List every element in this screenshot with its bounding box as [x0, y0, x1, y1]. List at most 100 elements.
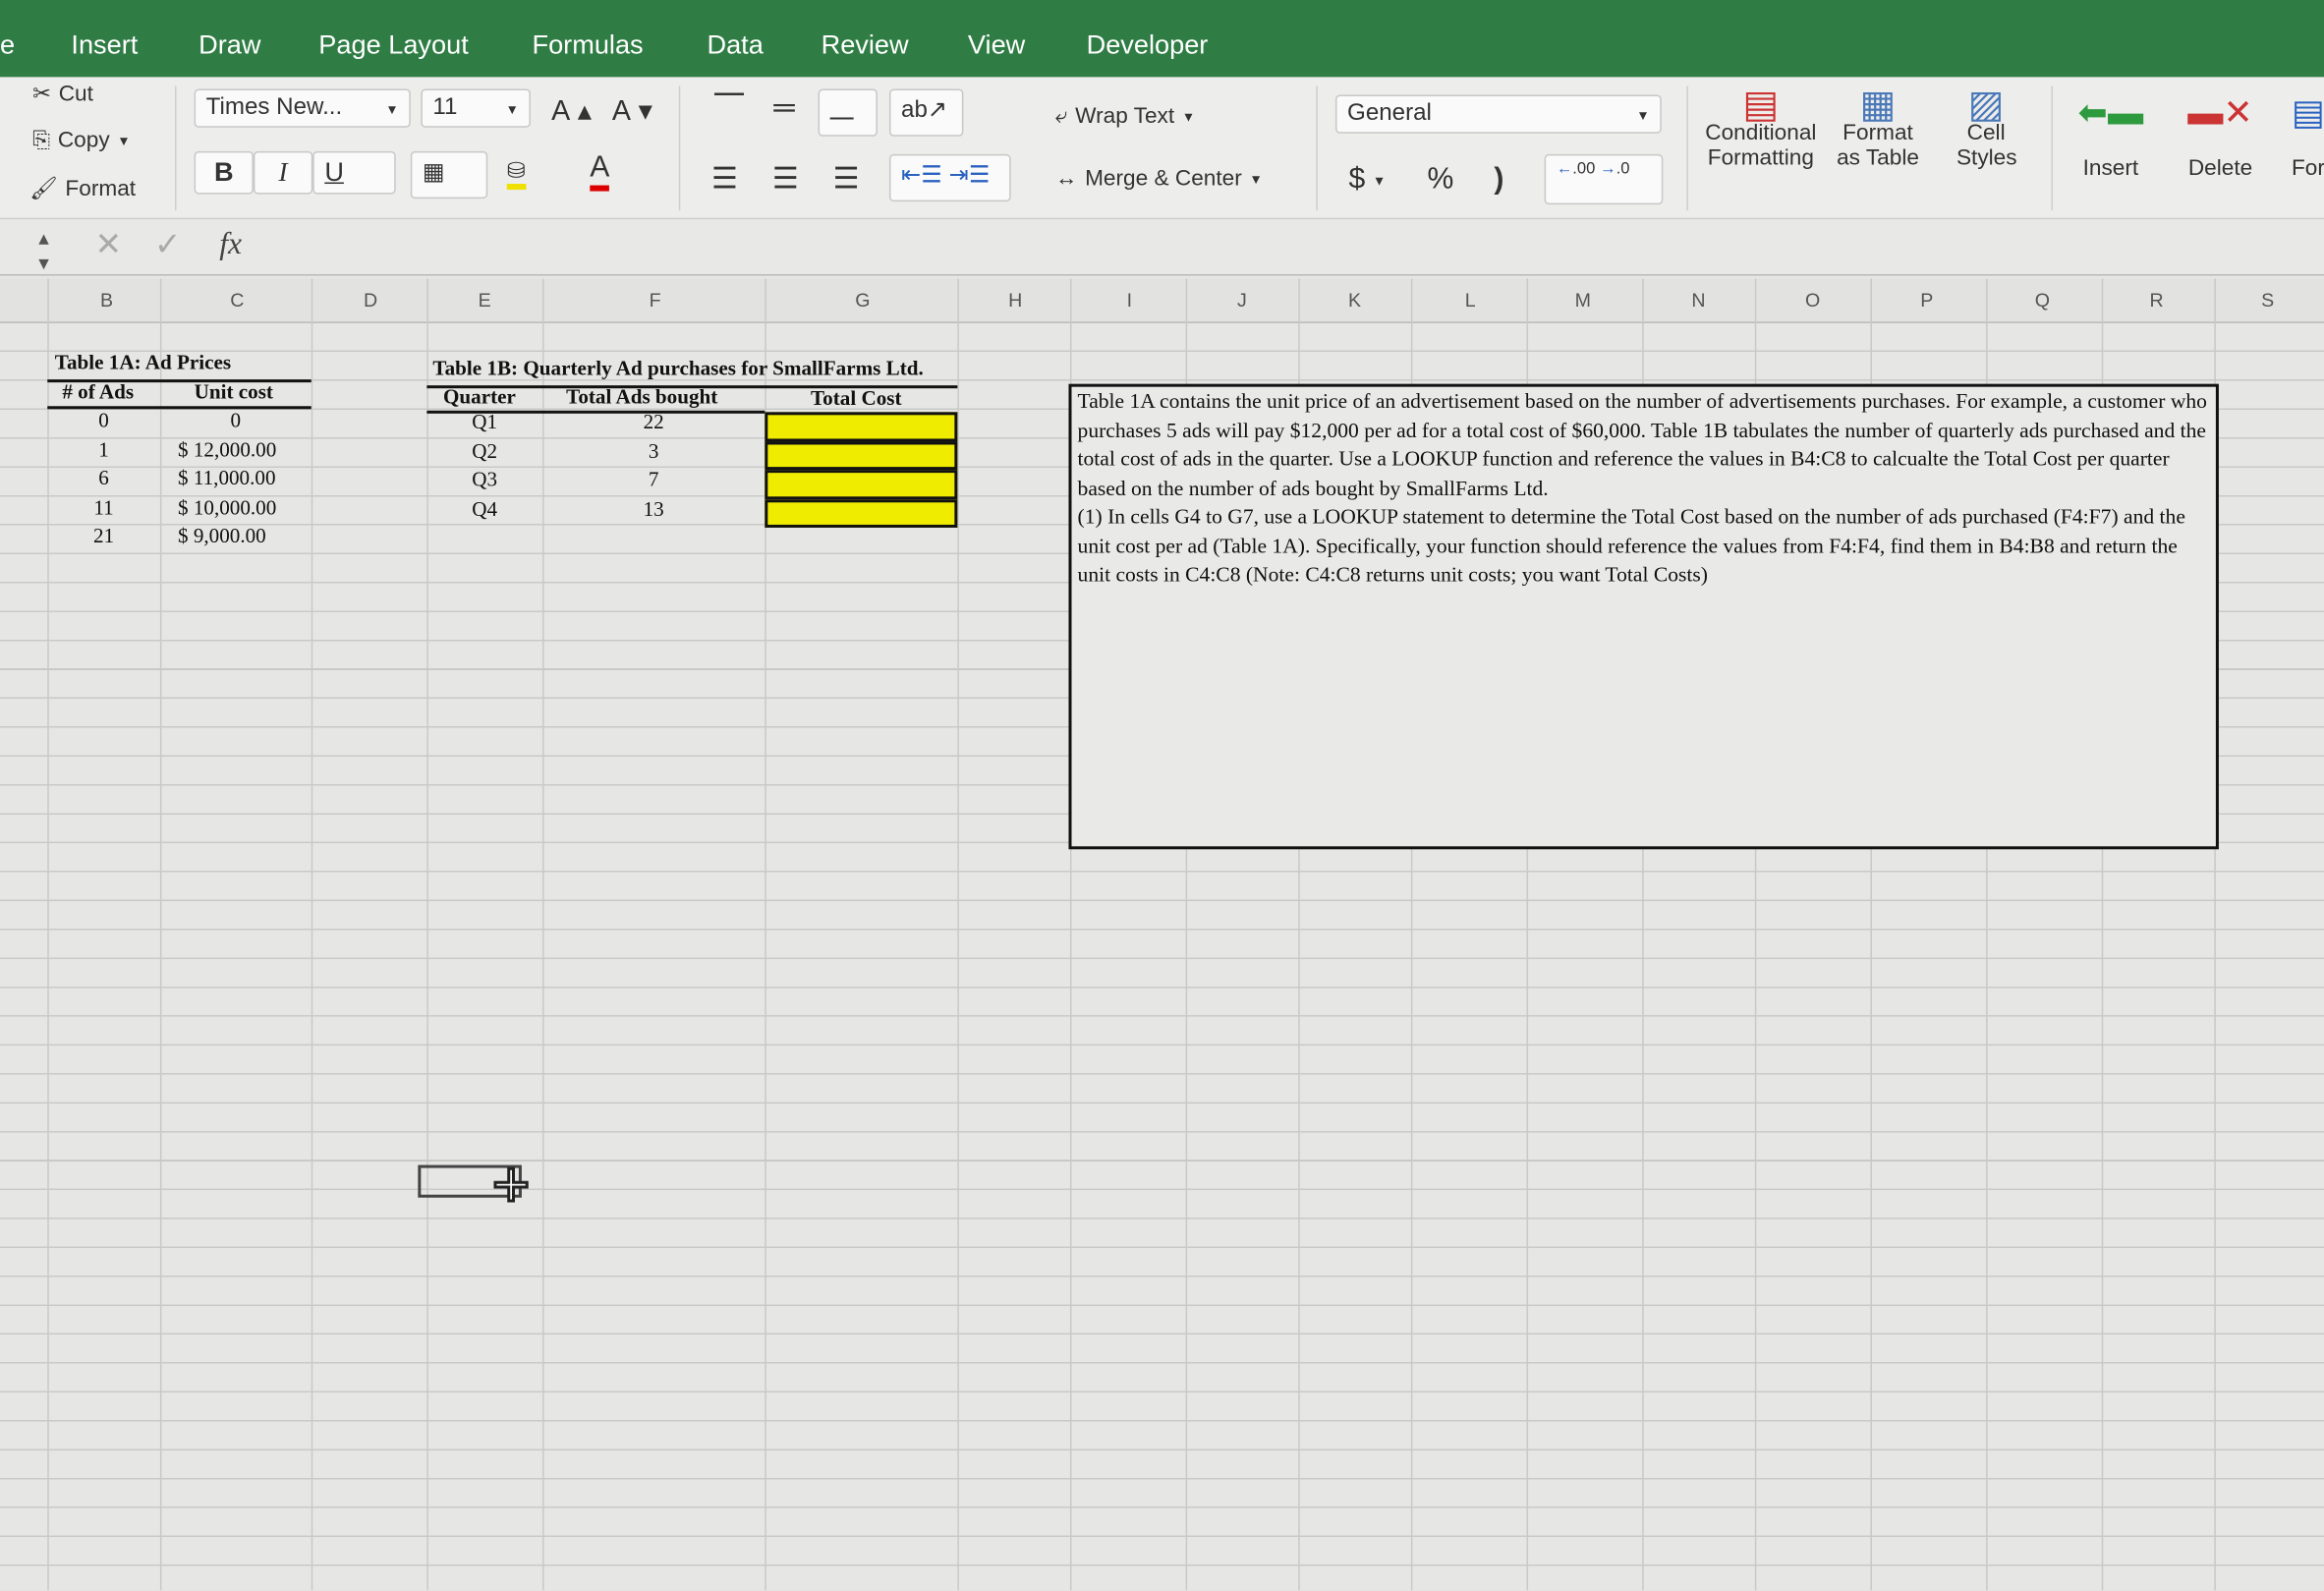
indent-buttons[interactable]: ⇤☰ ⇥☰ [888, 153, 1011, 202]
table1b-quarter-cell[interactable]: Q1 [426, 412, 542, 435]
shrink-font-button[interactable]: A ▾ [612, 95, 652, 130]
decrease-decimal-icon: → [1599, 159, 1616, 178]
insert-cells-button[interactable]: ⬅▬ Insert [2078, 92, 2144, 181]
table1b-title: Table 1B: Quarterly Ad purchases for Sma… [432, 359, 924, 381]
paint-bucket-icon: ⛁ [506, 157, 526, 191]
align-right-button[interactable]: ☰ [833, 160, 860, 198]
table1a-cost-cell[interactable]: $ 10,000.00 [160, 497, 312, 521]
name-box-stepper[interactable]: ▴ ▾ [38, 225, 49, 275]
grow-font-button[interactable]: A ▴ [551, 95, 592, 130]
orientation-button[interactable]: ab↗ [888, 88, 964, 137]
comma-button[interactable]: ) [1494, 163, 1503, 198]
table1a-cost-cell[interactable]: 0 [160, 411, 312, 434]
align-bottom-button[interactable]: ⎽ [818, 88, 878, 137]
ribbon: ✂ Cut ⎘ Copy ▼ 🖌 Format Times New... ▼ 11 ▼ A… [0, 77, 2324, 220]
font-name-select[interactable]: Times New... ▼ [194, 88, 411, 128]
table1a-ads-cell[interactable]: 0 [47, 411, 160, 434]
cut-button[interactable]: ✂ Cut [32, 80, 93, 106]
column-header[interactable]: S [2261, 289, 2274, 312]
wrap-text-button[interactable]: ⤶ Wrap Text ▼ [1055, 104, 1195, 130]
column-header[interactable]: I [1127, 289, 1132, 312]
font-color-button[interactable]: A [590, 151, 610, 192]
number-format-select[interactable]: General ▼ [1334, 94, 1662, 134]
total-cost-cell[interactable] [765, 440, 958, 471]
column-header[interactable]: E [479, 289, 491, 312]
total-cost-cell[interactable] [765, 412, 958, 441]
column-header[interactable]: O [1805, 289, 1820, 312]
tab-review[interactable]: Review [822, 29, 909, 61]
column-header[interactable]: L [1465, 289, 1476, 312]
cell-styles-button[interactable]: ▨ Cell Styles [1942, 81, 2030, 170]
format-as-table-button[interactable]: ▦ Format as Table [1832, 85, 1924, 170]
decimal-buttons[interactable]: ←.00 →.0 [1544, 153, 1664, 205]
table1a-cost-cell[interactable]: $ 11,000.00 [160, 469, 312, 492]
borders-button[interactable]: ▦ [410, 150, 488, 199]
tab-insert[interactable]: Insert [71, 29, 138, 61]
total-cost-cell[interactable] [765, 498, 958, 528]
formula-bar: ▴ ▾ ✕ ✓ fx [0, 219, 2324, 276]
table1a-cost-cell[interactable]: $ 9,000.00 [160, 526, 312, 549]
table1b-quarter-cell[interactable]: Q4 [426, 499, 542, 523]
tab-page-layout[interactable]: Page Layout [318, 29, 468, 61]
table1a-ads-cell[interactable]: 11 [47, 497, 160, 521]
column-header[interactable]: H [1008, 289, 1022, 312]
align-middle-button[interactable]: ═ [773, 92, 794, 127]
table1a-ads-cell[interactable]: 1 [47, 439, 160, 463]
tab-formulas[interactable]: Formulas [532, 29, 643, 61]
tab-developer[interactable]: Developer [1087, 29, 1209, 61]
conditional-formatting-button[interactable]: ▤ Conditional Formatting [1702, 85, 1821, 170]
cancel-icon[interactable]: ✕ [95, 225, 123, 263]
column-header[interactable]: K [1348, 289, 1361, 312]
table1a-ads-cell[interactable]: 6 [47, 469, 160, 492]
table1b-quarter-cell[interactable]: Q2 [426, 441, 542, 465]
tab-draw[interactable]: Draw [198, 29, 260, 61]
instructions-textbox[interactable]: Table 1A contains the unit price of an a… [1068, 383, 2219, 850]
currency-button[interactable]: $ ▼ [1349, 163, 1387, 198]
underline-button[interactable]: U [312, 150, 396, 195]
column-header[interactable]: G [855, 289, 870, 312]
delete-cells-icon: ▬✕ [2187, 93, 2253, 134]
column-header[interactable]: Q [2035, 289, 2050, 312]
tab-data[interactable]: Data [707, 29, 763, 61]
align-top-button[interactable]: ⎺ [714, 92, 744, 127]
table1b-ads-cell[interactable]: 7 [542, 470, 765, 493]
total-cost-cell[interactable] [765, 470, 958, 499]
table1b-quarter-cell[interactable]: Q3 [426, 470, 542, 493]
table1b-ads-cell[interactable]: 3 [542, 441, 765, 465]
table1b-ads-cell[interactable]: 22 [542, 412, 765, 435]
column-header[interactable]: F [650, 289, 661, 312]
fx-button[interactable]: fx [219, 225, 242, 262]
fill-color-button[interactable]: ⛁ [506, 157, 526, 191]
bold-button[interactable]: B [194, 150, 254, 195]
format-painter-button[interactable]: 🖌 Format [29, 175, 136, 201]
column-header[interactable]: R [2149, 289, 2163, 312]
column-header[interactable]: P [1920, 289, 1933, 312]
column-header[interactable]: M [1575, 289, 1591, 312]
increase-decimal-icon: ← [1556, 159, 1573, 178]
column-header[interactable]: B [100, 289, 113, 312]
align-center-button[interactable]: ☰ [772, 160, 799, 198]
confirm-icon[interactable]: ✓ [154, 225, 182, 263]
column-header[interactable]: C [230, 289, 244, 312]
merge-center-button[interactable]: ↔ Merge & Center ▼ [1055, 166, 1263, 192]
formula-input[interactable] [266, 228, 2311, 266]
table1a-cost-cell[interactable]: $ 12,000.00 [160, 439, 312, 463]
column-header[interactable]: N [1691, 289, 1705, 312]
font-size-select[interactable]: 11 ▼ [421, 88, 531, 128]
percent-button[interactable]: % [1427, 163, 1453, 198]
increase-indent-icon: ⇥☰ [948, 162, 991, 189]
chevron-down-icon: ▼ [385, 102, 399, 118]
table1b-ads-cell[interactable]: 13 [542, 499, 765, 523]
table1a-ads-cell[interactable]: 21 [47, 526, 160, 549]
tab-home[interactable]: e [0, 29, 15, 61]
cell-styles-icon: ▨ [1967, 81, 2005, 127]
format-cells-button[interactable]: ▤ For [2292, 92, 2324, 181]
copy-icon: ⎘ [32, 127, 51, 153]
tab-view[interactable]: View [968, 29, 1025, 61]
copy-button[interactable]: ⎘ Copy ▼ [32, 128, 131, 153]
italic-button[interactable]: I [253, 150, 313, 195]
align-left-button[interactable]: ☰ [711, 160, 738, 198]
column-header[interactable]: J [1237, 289, 1247, 312]
delete-cells-button[interactable]: ▬✕ Delete [2187, 92, 2253, 181]
column-header[interactable]: D [364, 289, 377, 312]
